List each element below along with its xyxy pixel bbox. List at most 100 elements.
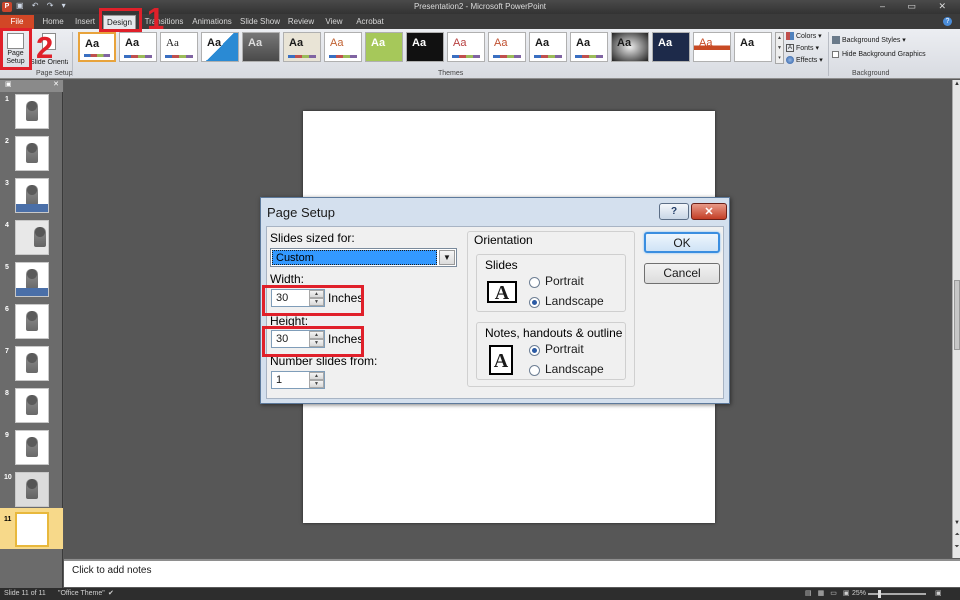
chevron-down-icon[interactable]: ▼ [439, 250, 455, 265]
dialog-help-button[interactable]: ? [659, 203, 689, 220]
notes-handouts-label: Notes, handouts & outline [485, 326, 623, 340]
annotation-box-width [262, 285, 364, 316]
slides-landscape-radio[interactable] [529, 297, 540, 308]
slide-thumbnail[interactable] [15, 388, 49, 423]
slide-thumbnail[interactable] [15, 94, 49, 129]
window-title: Presentation2 - Microsoft PowerPoint [413, 2, 547, 11]
theme-item[interactable]: Aa [406, 32, 444, 62]
number-from-value[interactable]: 1 [276, 374, 282, 386]
tab-home[interactable]: Home [38, 15, 68, 29]
theme-item[interactable]: Aa [447, 32, 485, 62]
help-icon[interactable]: ? [943, 17, 952, 26]
themes-gallery: Aa Aa Aa Aa Aa Aa Aa Aa Aa Aa Aa Aa Aa A… [76, 32, 776, 66]
slides-label: Slides [485, 258, 518, 272]
notes-orientation-group: Notes, handouts & outline A Portrait Lan… [476, 322, 626, 380]
slide-thumbnail[interactable] [15, 178, 49, 213]
panel-header: ▣ ✕ [0, 80, 63, 92]
dialog-close-button[interactable]: ✕ [691, 203, 727, 220]
fit-slide-icon[interactable]: ▣ [935, 589, 942, 597]
view-buttons-icon[interactable]: ▤▦▭▣ [805, 589, 855, 597]
tab-view[interactable]: View [320, 15, 348, 29]
group-label-background: Background [852, 70, 890, 77]
vertical-scrollbar[interactable]: ▲ ▼ ⏶ ⏷ [952, 80, 960, 558]
tab-animations[interactable]: Animations [190, 15, 234, 29]
theme-item[interactable]: Aa [201, 32, 239, 62]
theme-item[interactable]: Aa [242, 32, 280, 62]
slides-sized-for-label: Slides sized for: [270, 231, 355, 245]
theme-item[interactable]: Aa [734, 32, 772, 62]
fonts-button[interactable]: A Fonts ▾ [786, 43, 823, 55]
theme-item[interactable]: Aa [570, 32, 608, 62]
scroll-up-icon[interactable]: ▲ [953, 81, 960, 87]
annotation-box-design-tab [99, 8, 142, 32]
theme-item[interactable]: Aa [324, 32, 362, 62]
slide-thumbnail-active[interactable] [15, 512, 49, 547]
slides-portrait-label[interactable]: Portrait [545, 274, 584, 288]
portrait-page-icon: A [489, 345, 513, 375]
theme-item[interactable]: Aa [611, 32, 649, 62]
theme-item[interactable]: Aa [283, 32, 321, 62]
slides-tab-icon[interactable]: ▣ [5, 80, 12, 88]
theme-item[interactable]: Aa [365, 32, 403, 62]
number-slides-from-spinner[interactable]: 1 ▲ ▼ [271, 371, 325, 389]
effects-button[interactable]: Effects ▾ [786, 55, 823, 67]
theme-item[interactable]: Aa [119, 32, 157, 62]
zoom-slider[interactable] [868, 590, 926, 598]
theme-item[interactable]: Aa [488, 32, 526, 62]
theme-item[interactable]: Aa [160, 32, 198, 62]
background-options: Background Styles ▾ Hide Background Grap… [832, 34, 926, 62]
tab-file[interactable]: File [0, 15, 34, 29]
slide-thumbnail[interactable] [15, 472, 49, 507]
themes-scroll-button[interactable]: ▲ ▼ ▾ [775, 32, 784, 64]
theme-item[interactable]: Aa [693, 32, 731, 62]
slide-thumbnail[interactable] [15, 136, 49, 171]
thumb-number: 10 [4, 474, 12, 481]
ok-button[interactable]: OK [644, 232, 720, 253]
spellcheck-icon[interactable]: ✔ [108, 589, 114, 597]
thumb-number: 1 [5, 96, 9, 103]
scroll-thumb[interactable] [954, 280, 960, 350]
group-separator [72, 32, 73, 76]
width-label: Width: [270, 272, 305, 286]
ribbon-tabs: File Home Insert Design Transitions Anim… [0, 14, 960, 29]
theme-office[interactable]: Aa [78, 32, 116, 62]
theme-item[interactable]: Aa [529, 32, 567, 62]
slides-landscape-label[interactable]: Landscape [545, 294, 604, 308]
thumb-number: 11 [4, 516, 12, 523]
fonts-icon: A [786, 44, 794, 53]
tab-slide-show[interactable]: Slide Show [238, 15, 282, 29]
zoom-slider-thumb[interactable] [878, 590, 881, 598]
notes-portrait-radio[interactable] [529, 345, 540, 356]
spin-down-icon[interactable]: ▼ [309, 380, 324, 388]
prev-slide-icon[interactable]: ⏶ [953, 532, 960, 539]
slides-sized-for-select[interactable]: Custom ▼ [270, 248, 457, 267]
thumb-number: 7 [5, 348, 9, 355]
status-bar: Slide 11 of 11 "Office Theme" ✔ ▤▦▭▣ 25%… [0, 588, 960, 600]
zoom-level[interactable]: 25% [852, 590, 866, 597]
notes-portrait-label[interactable]: Portrait [545, 342, 584, 356]
group-label-page-setup: Page Setup [36, 70, 73, 77]
theme-options: Colors ▾ A Fonts ▾ Effects ▾ [786, 31, 823, 67]
slide-thumbnail[interactable] [15, 220, 49, 255]
close-panel-icon[interactable]: ✕ [53, 80, 59, 88]
spin-up-icon[interactable]: ▲ [309, 372, 324, 380]
notes-pane[interactable]: Click to add notes [64, 559, 960, 587]
notes-landscape-radio[interactable] [529, 365, 540, 376]
window-controls[interactable]: – ▭ ✕ [880, 1, 956, 12]
slide-thumbnail[interactable] [15, 430, 49, 465]
slide-thumbnail[interactable] [15, 262, 49, 297]
background-styles-button[interactable]: Background Styles ▾ [832, 34, 926, 48]
colors-button[interactable]: Colors ▾ [786, 31, 823, 43]
next-slide-icon[interactable]: ⏷ [953, 544, 960, 551]
slide-thumbnail[interactable] [15, 304, 49, 339]
hide-background-checkbox[interactable]: Hide Background Graphics [832, 48, 926, 62]
notes-landscape-label[interactable]: Landscape [545, 362, 604, 376]
slide-thumbnail[interactable] [15, 346, 49, 381]
scroll-down-icon[interactable]: ▼ [953, 520, 960, 526]
tab-acrobat[interactable]: Acrobat [352, 15, 388, 29]
tab-insert[interactable]: Insert [70, 15, 100, 29]
slides-portrait-radio[interactable] [529, 277, 540, 288]
theme-item[interactable]: Aa [652, 32, 690, 62]
tab-review[interactable]: Review [286, 15, 316, 29]
cancel-button[interactable]: Cancel [644, 263, 720, 284]
